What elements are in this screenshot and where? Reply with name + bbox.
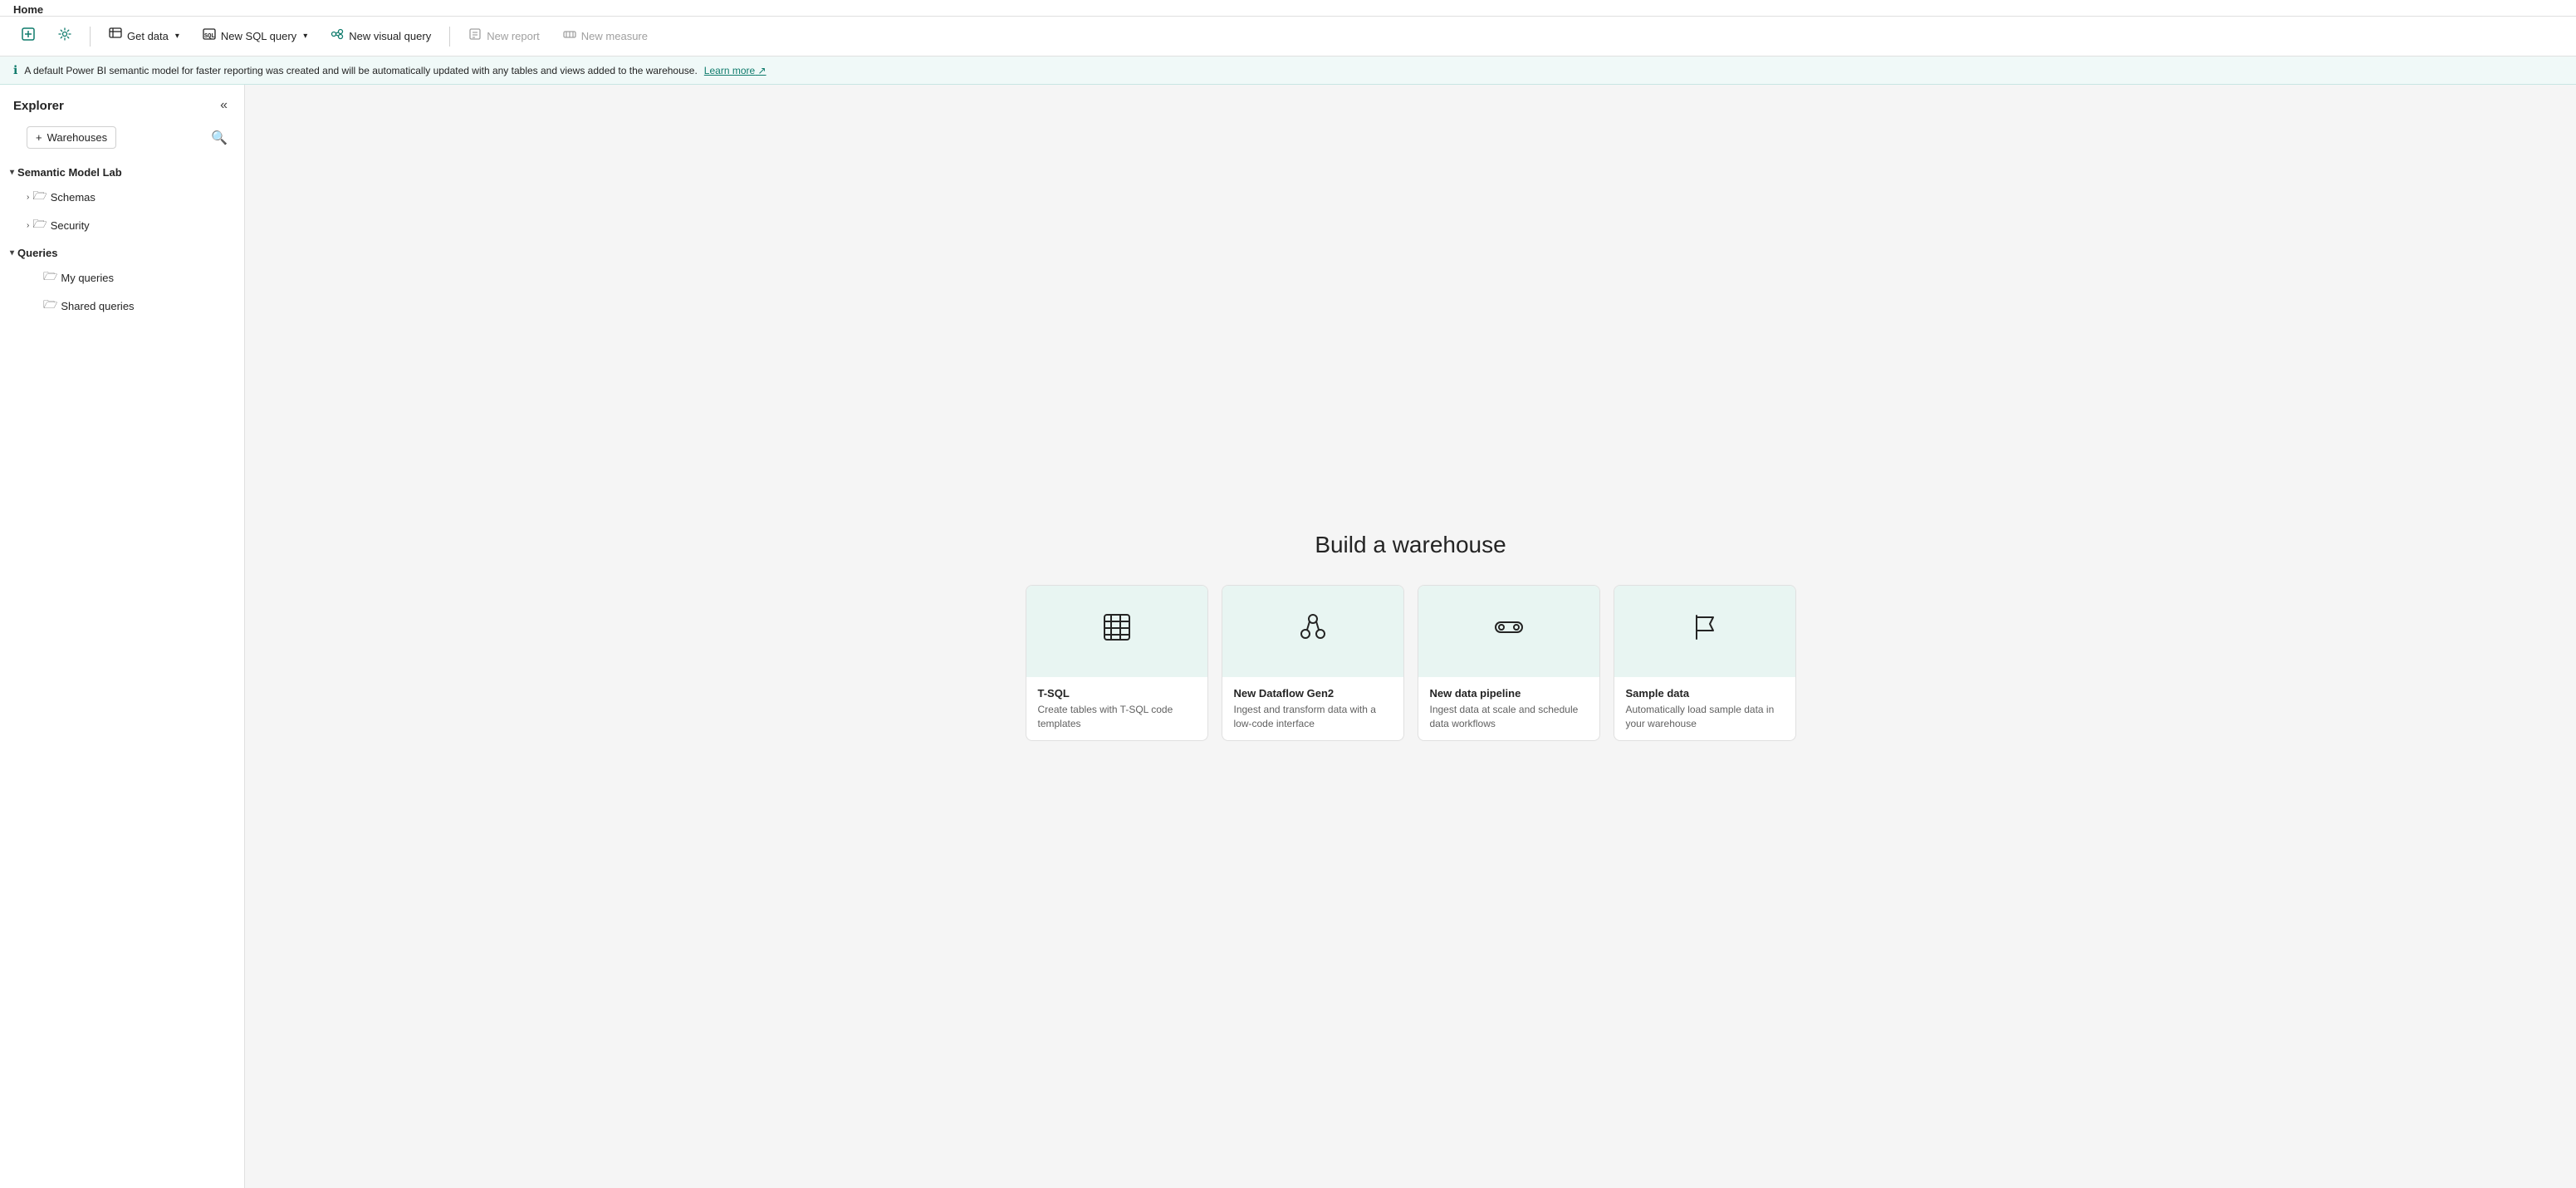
get-data-chevron: ▾ xyxy=(175,32,179,41)
get-data-label: Get data xyxy=(127,30,169,42)
semantic-model-lab-label: Semantic Model Lab xyxy=(17,166,122,179)
get-data-button[interactable]: Get data ▾ xyxy=(100,23,188,49)
measure-icon xyxy=(563,27,576,45)
sidebar-item-queries[interactable]: ▾ Queries xyxy=(0,243,244,263)
sql-icon: SQL xyxy=(203,27,216,45)
info-bar: ℹ A default Power BI semantic model for … xyxy=(0,56,2576,85)
toolbar-divider-2 xyxy=(449,27,450,47)
new-measure-label: New measure xyxy=(581,30,648,42)
chevron-right-icon: › xyxy=(27,221,29,230)
new-sql-query-button[interactable]: SQL New SQL query ▾ xyxy=(194,23,316,49)
new-report-button[interactable]: New report xyxy=(460,23,548,49)
card-pipeline[interactable]: New data pipeline Ingest data at scale a… xyxy=(1418,585,1600,742)
card-dataflow-title: New Dataflow Gen2 xyxy=(1234,687,1392,700)
card-tsql-desc: Create tables with T-SQL code templates xyxy=(1038,703,1196,731)
sidebar-item-schemas[interactable]: › 🗁 Schemas xyxy=(0,183,244,211)
chevron-right-icon: › xyxy=(27,193,29,202)
svg-text:SQL: SQL xyxy=(204,33,215,40)
info-message: A default Power BI semantic model for fa… xyxy=(24,65,697,76)
sidebar-actions: « xyxy=(217,95,231,116)
sidebar-item-my-queries[interactable]: 🗁 My queries xyxy=(0,263,244,292)
search-icon: 🔍 xyxy=(211,131,228,145)
card-sample-icon-area xyxy=(1614,586,1795,677)
settings-button[interactable] xyxy=(50,23,80,49)
add-warehouses-button[interactable]: + Warehouses xyxy=(27,126,116,149)
folder-icon: 🗁 xyxy=(43,296,57,316)
flag-icon xyxy=(1690,612,1720,650)
new-measure-button[interactable]: New measure xyxy=(555,23,656,49)
sidebar-title: Explorer xyxy=(13,99,64,113)
shared-queries-label: Shared queries xyxy=(61,300,134,312)
card-tsql-title: T-SQL xyxy=(1038,687,1196,700)
external-link-icon: ↗ xyxy=(758,65,766,76)
new-sql-query-chevron: ▾ xyxy=(303,32,307,41)
folder-icon: 🗁 xyxy=(32,187,47,207)
sidebar-item-semantic-model-lab[interactable]: ▾ Semantic Model Lab xyxy=(0,162,244,183)
card-sample-desc: Automatically load sample data in your w… xyxy=(1626,703,1784,731)
sidebar-header: Explorer « xyxy=(0,85,244,123)
security-label: Security xyxy=(51,219,90,232)
schemas-label: Schemas xyxy=(51,191,95,204)
new-report-label: New report xyxy=(487,30,540,42)
card-pipeline-desc: Ingest data at scale and schedule data w… xyxy=(1430,703,1588,731)
card-pipeline-icon-area xyxy=(1418,586,1599,677)
card-dataflow-desc: Ingest and transform data with a low-cod… xyxy=(1234,703,1392,731)
sidebar: Explorer « + Warehouses 🔍 ▾ Semantic Mod… xyxy=(0,85,245,1188)
card-tsql-body: T-SQL Create tables with T-SQL code temp… xyxy=(1026,677,1207,741)
warehouses-label: Warehouses xyxy=(47,131,108,144)
sidebar-content: ▾ Semantic Model Lab › 🗁 Schemas › 🗁 Sec… xyxy=(0,159,244,1188)
card-sample-title: Sample data xyxy=(1626,687,1784,700)
card-pipeline-title: New data pipeline xyxy=(1430,687,1588,700)
new-visual-query-label: New visual query xyxy=(349,30,431,42)
gear-icon xyxy=(58,27,71,45)
new-icon xyxy=(22,27,35,45)
plus-icon: + xyxy=(36,131,42,144)
pipeline-icon xyxy=(1494,612,1524,650)
sidebar-collapse-button[interactable]: « xyxy=(217,95,231,116)
chevron-down-icon: ▾ xyxy=(10,168,14,177)
queries-label: Queries xyxy=(17,247,57,259)
cards-grid: T-SQL Create tables with T-SQL code temp… xyxy=(1006,585,1816,742)
toolbar-divider-1 xyxy=(90,27,91,47)
card-sample[interactable]: Sample data Automatically load sample da… xyxy=(1614,585,1796,742)
page-title-bar: Home xyxy=(0,0,2576,17)
sidebar-item-shared-queries[interactable]: 🗁 Shared queries xyxy=(0,292,244,320)
main-heading: Build a warehouse xyxy=(1315,532,1506,558)
new-sql-query-label: New SQL query xyxy=(221,30,296,42)
card-pipeline-body: New data pipeline Ingest data at scale a… xyxy=(1418,677,1599,741)
folder-icon: 🗁 xyxy=(43,268,57,287)
new-visual-query-button[interactable]: New visual query xyxy=(322,23,439,49)
toolbar: Get data ▾ SQL New SQL query ▾ New visua… xyxy=(0,17,2576,56)
folder-icon: 🗁 xyxy=(32,215,47,235)
sidebar-item-security[interactable]: › 🗁 Security xyxy=(0,211,244,239)
dataflow-icon xyxy=(1298,612,1328,650)
card-dataflow-body: New Dataflow Gen2 Ingest and transform d… xyxy=(1222,677,1403,741)
learn-more-link[interactable]: Learn more ↗ xyxy=(704,65,766,76)
table-icon xyxy=(1102,612,1132,650)
main-content: Build a warehouse xyxy=(245,85,2576,1188)
page-title: Home xyxy=(13,3,2563,16)
new-item-button[interactable] xyxy=(13,23,43,49)
card-dataflow-icon-area xyxy=(1222,586,1403,677)
card-tsql-icon-area xyxy=(1026,586,1207,677)
chevron-down-icon: ▾ xyxy=(10,248,14,258)
report-icon xyxy=(468,27,482,45)
get-data-icon xyxy=(109,27,122,45)
info-icon: ℹ xyxy=(13,63,17,77)
main-layout: Explorer « + Warehouses 🔍 ▾ Semantic Mod… xyxy=(0,85,2576,1188)
card-dataflow[interactable]: New Dataflow Gen2 Ingest and transform d… xyxy=(1222,585,1404,742)
card-tsql[interactable]: T-SQL Create tables with T-SQL code temp… xyxy=(1026,585,1208,742)
my-queries-label: My queries xyxy=(61,272,114,284)
card-sample-body: Sample data Automatically load sample da… xyxy=(1614,677,1795,741)
visual-query-icon xyxy=(331,27,344,45)
search-button[interactable]: 🔍 xyxy=(208,126,231,150)
